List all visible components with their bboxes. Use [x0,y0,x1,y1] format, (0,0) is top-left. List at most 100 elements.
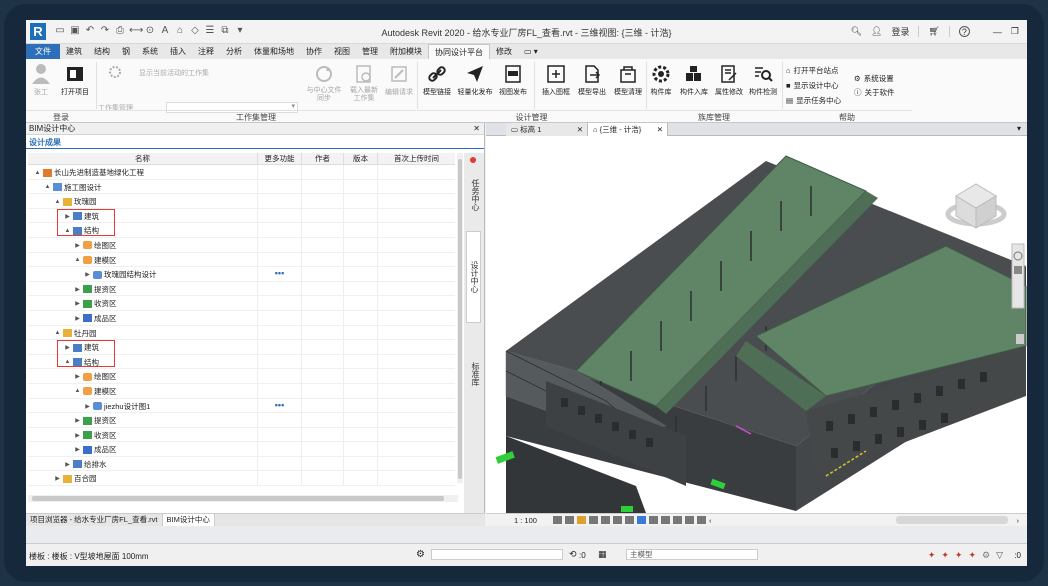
collapse-arrow-icon[interactable]: ▲ [44,184,51,190]
tree-row[interactable]: ▶ 成品区 [28,442,455,457]
workset-status-box[interactable] [431,549,563,560]
bim-design-center-tab[interactable]: BIM设计中心 [162,514,215,526]
tree-node-label[interactable]: 成品区 [94,313,117,324]
tab-manage[interactable]: 管理 [356,44,384,59]
tab-massing[interactable]: 体量和场地 [248,44,300,59]
expand-arrow-icon[interactable]: ▶ [74,315,81,322]
close-icon[interactable]: ✕ [473,123,480,135]
tree-node-label[interactable]: 提资区 [94,415,117,426]
col-version[interactable]: 版本 [344,153,378,164]
analytical-icon[interactable] [684,516,694,524]
property-edit-button[interactable]: 属性修改 [712,63,746,97]
tree-node-label[interactable]: 绘图区 [94,240,117,251]
tree-row[interactable]: ▲ 玫瑰园 [28,194,455,209]
tree-node-label[interactable]: 牡丹园 [74,328,97,339]
expand-arrow-icon[interactable]: ▶ [74,373,81,380]
search-icon[interactable]: 🔍︎ [851,26,862,37]
expand-arrow-icon[interactable]: ▶ [74,432,81,439]
constraints-icon[interactable] [696,516,706,524]
reveal-hidden-icon[interactable] [660,516,670,524]
expand-arrow-icon[interactable]: ▶ [84,271,91,278]
viewport-scrollbar[interactable] [1016,334,1024,344]
cart-icon[interactable]: 🛒︎ [928,26,939,37]
sun-path-icon[interactable] [576,516,586,524]
worksets-icon[interactable]: ⚙ [416,549,425,560]
view-tabs-menu-icon[interactable]: ▾ [1017,124,1021,133]
tab-modify[interactable]: 修改 [490,44,518,59]
tree-node-label[interactable]: 施工图设计 [64,182,102,193]
vertical-scrollbar[interactable] [457,153,463,483]
view-tab-3d[interactable]: ⌂ {三维 - 计浩} ✕ [588,123,668,136]
tab-systems[interactable]: 系统 [136,44,164,59]
crop-icon[interactable] [612,516,622,524]
help-icon[interactable]: ? [958,26,970,37]
about-link[interactable]: ⓘ 关于软件 [854,87,895,98]
tab-analyze[interactable]: 分析 [220,44,248,59]
tab-view[interactable]: 视图 [328,44,356,59]
expand-arrow-icon[interactable]: ▶ [64,461,71,468]
component-library-button[interactable]: 构件库 [647,63,675,97]
tree-node-label[interactable]: 建模区 [94,255,117,266]
user-icon[interactable]: 👤︎ [871,26,882,37]
tree-node-label[interactable]: 收资区 [94,430,117,441]
navigation-bar[interactable] [1011,243,1025,309]
collapse-arrow-icon[interactable]: ▲ [54,199,61,205]
expand-arrow-icon[interactable]: ▶ [74,286,81,293]
render-icon[interactable] [600,516,610,524]
view-tab-level1[interactable]: ▭ 标高 1 ✕ [506,123,588,136]
tab-file[interactable]: 文件 [26,44,60,59]
design-option-box[interactable]: 主模型 [626,549,758,560]
login-link[interactable]: 登录 [891,25,909,38]
scroll-left-icon[interactable]: ‹ [709,516,712,525]
project-browser-tab[interactable]: 项目浏览器 - 给水专业厂房FL_查看.rvt [26,514,163,526]
select-pinned-icon[interactable]: ✦ [955,550,963,561]
tree-node-label[interactable]: 给排水 [84,459,107,470]
tree-node-label[interactable]: 绘图区 [94,371,117,382]
tree-row[interactable]: ▲ 长山先进制造基地绿化工程 [28,165,455,180]
view-scale[interactable]: 1 : 100 [514,516,537,525]
model-export-button[interactable]: 模型导出 [575,63,609,97]
design-center-tab[interactable]: 设计中心 [466,231,481,323]
tab-addins[interactable]: 附加模块 [384,44,428,59]
tree-row[interactable]: ▶ 绘图区 [28,369,455,384]
collapse-arrow-icon[interactable]: ▲ [74,257,81,263]
tab-annotate[interactable]: 注释 [192,44,220,59]
restore-button[interactable]: ❐ [1011,26,1019,37]
scroll-right-icon[interactable]: › [1017,516,1020,525]
tree-row[interactable]: ▶ 提资区 [28,413,455,428]
show-workset-label[interactable]: 显示当前活动的工作集 [139,68,209,78]
expand-arrow-icon[interactable]: ▶ [84,403,91,410]
minimize-button[interactable]: — [993,27,1002,37]
expand-arrow-icon[interactable]: ▶ [54,475,61,482]
tree-row[interactable]: ▲ 施工图设计 [28,179,455,195]
col-more[interactable]: 更多功能 [258,153,302,164]
close-icon[interactable]: ✕ [577,123,583,136]
model-link-button[interactable]: 模型链接 [420,63,454,97]
tree-row[interactable]: ▶ 收资区 [28,296,455,311]
open-site-link[interactable]: ⌂ 打开平台站点 [786,65,839,76]
tree-node-label[interactable]: 百合园 [74,473,97,484]
tree-row[interactable]: ▶ 收资区 [28,427,455,443]
expand-arrow-icon[interactable]: ▶ [74,242,81,249]
tree-node-label[interactable]: jiezhu设计图1 [104,401,150,412]
tree-node-label[interactable]: 玫瑰园 [74,196,97,207]
select-by-face-icon[interactable]: ✦ [968,550,976,561]
detail-level-icon[interactable] [552,516,562,524]
tab-collaborate[interactable]: 协作 [300,44,328,59]
tree-row[interactable]: ▶ 成品区 [28,310,455,326]
collapse-arrow-icon[interactable]: ▲ [54,330,61,336]
tab-steel[interactable]: 钢 [116,44,136,59]
sync-center-button[interactable]: 与中心文件 同步 [304,63,344,103]
light-publish-button[interactable]: 轻量化发布 [454,63,496,97]
expand-arrow-icon[interactable]: ▶ [74,417,81,424]
workset-gear-icon[interactable] [108,65,122,81]
standard-library-tab[interactable]: 标准库 [466,349,481,399]
tree-node-label[interactable]: 收资区 [94,298,117,309]
more-functions-cell[interactable]: ••• [258,267,302,281]
user-login-button[interactable]: 张工 [29,63,53,97]
design-options-icon[interactable]: ▦ [598,549,607,560]
model-clean-button[interactable]: 模型清理 [611,63,645,97]
component-in-button[interactable]: 构件入库 [677,63,711,97]
collapse-arrow-icon[interactable]: ▲ [74,388,81,394]
drag-elements-icon[interactable]: ⚙ [982,550,990,561]
